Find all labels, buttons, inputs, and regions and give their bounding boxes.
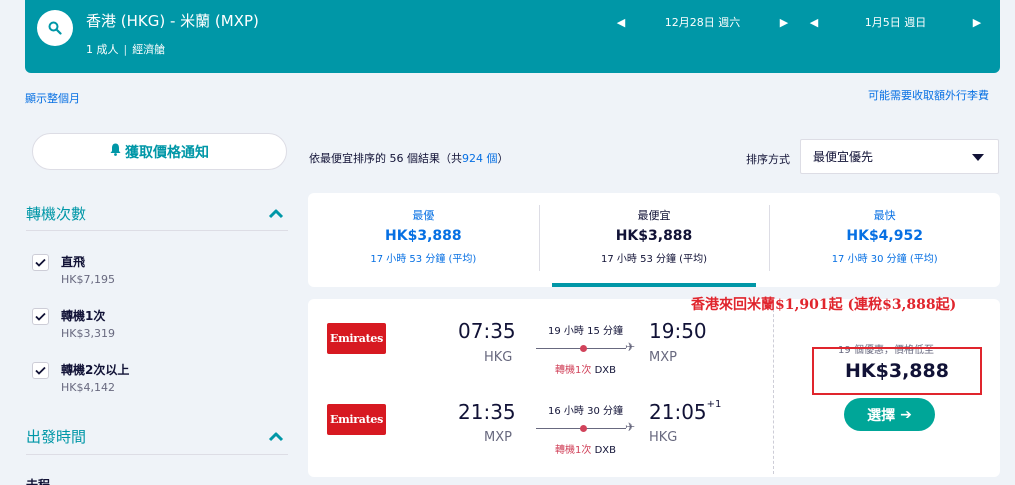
search-icon[interactable] (37, 10, 73, 46)
stop-dot (580, 425, 587, 432)
route-line (536, 345, 626, 352)
checkmark-icon (35, 366, 46, 375)
result-count: 依最便宜排序的 56 個結果（共924 個） (309, 150, 509, 166)
option-label[interactable]: 轉機2次以上 (61, 361, 129, 378)
search-summary-header[interactable]: 香港 (HKG) - 米蘭 (MXP) 1 成人 | 經濟艙 ◀ 12月28日 週六… (25, 0, 1000, 73)
dropdown-caret-icon (972, 154, 984, 161)
chevron-up-icon[interactable] (268, 207, 284, 219)
airline-logo: Emirates (327, 404, 386, 435)
tab-duration: 17 小時 30 分鐘 (平均) (831, 254, 938, 265)
select-button[interactable]: 選擇 ➔ (844, 398, 935, 431)
prev-date-icon[interactable]: ◀ (615, 16, 627, 29)
sort-tabs: 最優 HK$3,888 17 小時 53 分鐘 (平均) 最便宜 HK$3,88… (308, 193, 1000, 287)
plane-icon: ✈ (625, 340, 636, 354)
tab-duration: 17 小時 53 分鐘 (平均) (601, 254, 707, 265)
divider (26, 454, 288, 455)
tab-price: HK$3,888 (385, 228, 462, 244)
return-date[interactable]: 1月5日 週日 (865, 14, 927, 30)
next-date-icon[interactable]: ▶ (971, 16, 983, 29)
chevron-up-icon[interactable] (268, 430, 284, 442)
depart-airport: MXP (484, 430, 512, 445)
checkmark-icon (35, 312, 46, 321)
checkmark-icon (35, 258, 46, 267)
airline-logo: Emirates (327, 323, 386, 354)
arrive-time: 19:50 (649, 319, 707, 343)
return-date-picker[interactable]: ◀ 1月5日 週日 ▶ (808, 12, 983, 32)
day-offset: +1 (706, 399, 722, 411)
route-line (536, 425, 626, 432)
passenger-cabin-summary[interactable]: 1 成人 | 經濟艙 (86, 41, 165, 57)
divider (26, 230, 288, 231)
flight-result-card[interactable]: Emirates 07:35 HKG 19 小時 15 分鐘 ✈ 轉機1次 DX… (308, 299, 1000, 477)
sort-value: 最便宜優先 (813, 150, 874, 164)
passenger-count: 1 成人 (86, 43, 119, 56)
tab-name: 最優 (412, 209, 435, 222)
option-label[interactable]: 直飛 (61, 253, 85, 270)
option-price: HK$7,195 (61, 273, 115, 286)
tab-cheapest[interactable]: 最便宜 HK$3,888 17 小時 53 分鐘 (平均) (538, 193, 770, 287)
stops-count: 轉機1次 (555, 445, 592, 456)
sort-select[interactable]: 最便宜優先 (800, 139, 999, 174)
result-count-close: ） (497, 152, 509, 165)
route-title[interactable]: 香港 (HKG) - 米蘭 (MXP) (86, 10, 259, 31)
stop-dot (580, 345, 587, 352)
option-price: HK$3,319 (61, 327, 115, 340)
tab-duration: 17 小時 53 分鐘 (平均) (370, 254, 477, 265)
arrive-airport: MXP (649, 350, 677, 365)
result-count-text: 依最便宜排序的 56 個結果（共 (309, 152, 462, 165)
stops-info: 轉機1次 DXB (533, 361, 638, 376)
baggage-fees-link[interactable]: 可能需要收取額外行李費 (868, 87, 989, 103)
promo-annotation: 香港來回米蘭$1,901起 (連稅$3,888起) (691, 297, 957, 313)
flight-duration: 19 小時 15 分鐘 (548, 326, 623, 337)
tab-name: 最便宜 (637, 209, 671, 222)
arrive-time-value: 21:05 (649, 400, 707, 424)
tab-price: HK$4,952 (846, 228, 923, 244)
depart-date-picker[interactable]: ◀ 12月28日 週六 ▶ (615, 12, 790, 32)
price-alert-label: 獲取價格通知 (125, 144, 209, 161)
checkbox[interactable] (32, 254, 49, 271)
flight-duration: 16 小時 30 分鐘 (548, 406, 623, 417)
arrow-right-icon: ➔ (900, 406, 912, 423)
next-date-icon[interactable]: ▶ (778, 16, 790, 29)
depart-time: 07:35 (458, 319, 516, 343)
depart-airport: HKG (484, 350, 513, 365)
separator: | (123, 43, 128, 56)
stop-airport: DXB (594, 445, 616, 456)
active-tab-indicator (551, 283, 757, 287)
total-results: 924 個 (462, 152, 498, 165)
price-highlight-box: HK$3,888 (812, 347, 982, 395)
divider (773, 309, 774, 474)
stops-option-nonstop[interactable]: 直飛 HK$7,195 (32, 253, 232, 293)
plane-icon: ✈ (625, 420, 636, 434)
show-whole-month-link[interactable]: 顯示整個月 (25, 90, 80, 106)
sort-label: 排序方式 (746, 153, 790, 166)
tab-fastest[interactable]: 最快 HK$4,952 17 小時 30 分鐘 (平均) (769, 193, 1000, 287)
tab-best[interactable]: 最優 HK$3,888 17 小時 53 分鐘 (平均) (308, 193, 539, 287)
stops-count: 轉機1次 (555, 365, 592, 376)
stops-filter-title[interactable]: 轉機次數 (26, 203, 86, 224)
checkbox[interactable] (32, 362, 49, 379)
arrive-time: 21:05+1 (649, 399, 722, 424)
outbound-label: 去程 (26, 478, 51, 485)
bell-icon (110, 143, 121, 160)
checkbox[interactable] (32, 308, 49, 325)
arrive-time-value: 19:50 (649, 319, 707, 343)
arrive-airport: HKG (649, 430, 678, 445)
depart-time: 21:35 (458, 400, 516, 424)
departure-time-filter-title[interactable]: 出發時間 (26, 426, 86, 447)
stop-airport: DXB (594, 365, 616, 376)
option-price: HK$4,142 (61, 381, 115, 394)
cabin-class: 經濟艙 (132, 43, 166, 56)
stops-info: 轉機1次 DXB (533, 441, 638, 456)
stops-option-one-stop[interactable]: 轉機1次 HK$3,319 (32, 307, 232, 347)
select-label: 選擇 (867, 407, 896, 424)
price-alert-button[interactable]: 獲取價格通知 (32, 133, 287, 170)
stops-option-two-plus[interactable]: 轉機2次以上 HK$4,142 (32, 361, 232, 401)
price: HK$3,888 (845, 360, 949, 382)
tab-name: 最快 (873, 209, 896, 222)
prev-date-icon[interactable]: ◀ (808, 16, 820, 29)
tab-price: HK$3,888 (615, 228, 693, 244)
option-label[interactable]: 轉機1次 (61, 307, 105, 324)
depart-date[interactable]: 12月28日 週六 (665, 14, 741, 30)
